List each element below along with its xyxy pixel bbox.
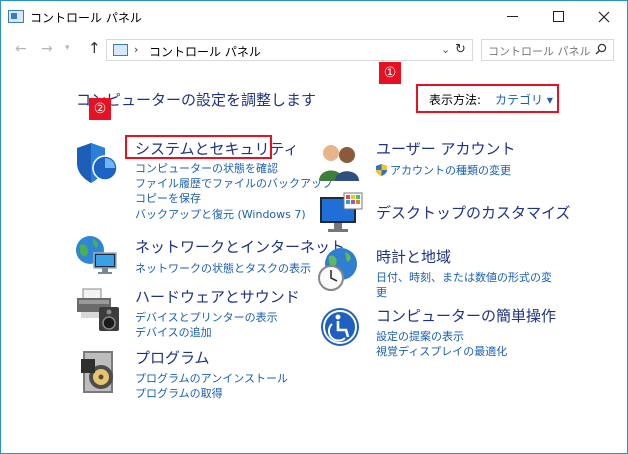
callout-marker-2: ② [89, 98, 111, 120]
category-hardware-sound: ハードウェアとサウンド デバイスとプリンターの表示 デバイスの追加 [135, 286, 300, 340]
control-panel-window: コントロール パネル ← → ▾ ↑ › コントロール パネル ⌄ ↻ コントロ… [0, 0, 628, 454]
forward-arrow-icon[interactable]: → [41, 41, 53, 57]
category-title-network-internet[interactable]: ネットワークとインターネット [135, 236, 345, 257]
user-accounts-icon [319, 145, 359, 181]
clock-globe-icon [318, 248, 357, 291]
minimize-button[interactable] [489, 1, 535, 32]
address-bar[interactable]: › コントロール パネル ⌄ ↻ [106, 39, 473, 61]
category-title-ease-of-access[interactable]: コンピューターの簡単操作 [376, 305, 556, 326]
link-get-programs[interactable]: プログラムの取得 [135, 386, 288, 401]
category-title-user-accounts[interactable]: ユーザー アカウント [376, 138, 515, 159]
category-system-security: システムとセキュリティ コンピューターの状態を確認 ファイル履歴でファイルのバッ… [135, 138, 333, 222]
link-save-copy[interactable]: コピーを保存 [135, 191, 333, 206]
navigation-bar: ← → ▾ ↑ › コントロール パネル ⌄ ↻ コントロール パネル [1, 32, 627, 66]
recent-locations-chevron-icon[interactable]: ▾ [65, 43, 70, 53]
address-dropdown-chevron-icon[interactable]: ⌄ [441, 43, 450, 56]
link-network-status[interactable]: ネットワークの状態とタスクの表示 [135, 261, 345, 276]
back-arrow-icon[interactable]: ← [15, 41, 27, 57]
category-title-hardware-sound[interactable]: ハードウェアとサウンド [135, 286, 300, 307]
refresh-icon[interactable]: ↻ [455, 42, 466, 57]
category-desktop-customization: デスクトップのカスタマイズ [376, 202, 571, 223]
window-title: コントロール パネル [30, 11, 142, 25]
title-bar: コントロール パネル [1, 1, 627, 32]
link-devices-printers[interactable]: デバイスとプリンターの表示 [135, 310, 300, 325]
network-globe-icon [76, 236, 117, 274]
ease-of-access-icon [321, 308, 359, 346]
shield-icon [77, 143, 118, 183]
printer-speaker-icon [77, 288, 119, 331]
link-change-account-type[interactable]: アカウントの種類の変更 [390, 164, 511, 177]
category-clock-region: 時計と地域 日付、時刻、または数値の形式の変 更 [376, 246, 552, 300]
programs-disc-icon [81, 351, 113, 393]
link-check-status[interactable]: コンピューターの状態を確認 [135, 161, 333, 176]
search-icon[interactable] [595, 43, 607, 55]
link-date-time-format[interactable]: 日付、時刻、または数値の形式の変 [376, 270, 552, 285]
category-title-desktop-customization[interactable]: デスクトップのカスタマイズ [376, 202, 571, 223]
link-add-device[interactable]: デバイスの追加 [135, 325, 300, 340]
view-by-dropdown[interactable]: カテゴリ ▾ [495, 91, 553, 108]
address-path[interactable]: コントロール パネル [149, 43, 261, 60]
link-file-history-backup[interactable]: ファイル履歴でファイルのバックアップ [135, 176, 333, 191]
view-by-label: 表示方法: [429, 93, 482, 107]
search-placeholder[interactable]: コントロール パネル [488, 43, 591, 59]
category-user-accounts: ユーザー アカウント アカウントの種類の変更 [376, 138, 515, 178]
category-network-internet: ネットワークとインターネット ネットワークの状態とタスクの表示 [135, 236, 345, 276]
desktop-monitor-icon [320, 192, 363, 232]
search-box[interactable]: コントロール パネル [481, 39, 614, 61]
maximize-button[interactable] [535, 1, 581, 32]
uac-shield-icon [376, 164, 387, 176]
link-uninstall-program[interactable]: プログラムのアンインストール [135, 371, 288, 386]
category-title-system-security[interactable]: システムとセキュリティ [135, 138, 333, 159]
link-date-time-format-continued[interactable]: 更 [376, 285, 552, 300]
close-button[interactable] [581, 1, 627, 32]
link-change-account-type-row: アカウントの種類の変更 [376, 163, 515, 178]
link-suggested-settings[interactable]: 設定の提案の表示 [376, 329, 556, 344]
breadcrumb-chevron-icon[interactable]: › [134, 43, 138, 56]
control-panel-location-icon [113, 44, 128, 56]
callout-marker-1: ① [379, 62, 401, 84]
close-icon [598, 11, 610, 22]
view-by-control: 表示方法: カテゴリ ▾ [416, 84, 559, 113]
page-heading: コンピューターの設定を調整します [76, 91, 317, 109]
category-title-programs[interactable]: プログラム [135, 347, 288, 368]
minimize-icon [506, 16, 518, 17]
category-programs: プログラム プログラムのアンインストール プログラムの取得 [135, 347, 288, 401]
maximize-icon [552, 11, 564, 22]
link-optimize-display[interactable]: 視覚ディスプレイの最適化 [376, 344, 556, 359]
category-ease-of-access: コンピューターの簡単操作 設定の提案の表示 視覚ディスプレイの最適化 [376, 305, 556, 359]
category-title-clock-region[interactable]: 時計と地域 [376, 246, 552, 267]
link-backup-restore[interactable]: バックアップと復元 (Windows 7) [135, 207, 333, 222]
up-arrow-icon[interactable]: ↑ [88, 39, 101, 57]
control-panel-app-icon [8, 10, 24, 23]
